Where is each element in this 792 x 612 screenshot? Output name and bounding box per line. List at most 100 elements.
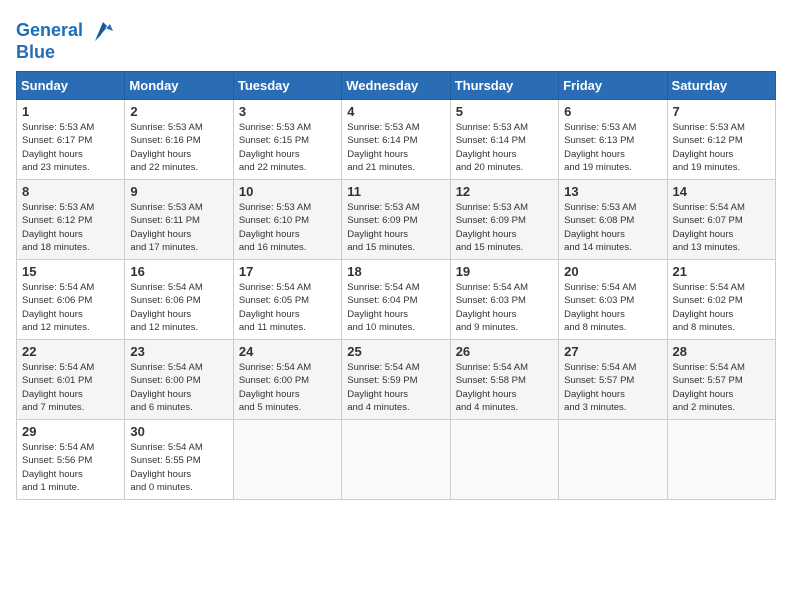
- day-info: Sunrise: 5:53 AM Sunset: 6:11 PM Dayligh…: [130, 201, 227, 254]
- day-info: Sunrise: 5:53 AM Sunset: 6:15 PM Dayligh…: [239, 121, 336, 174]
- day-info: Sunrise: 5:53 AM Sunset: 6:10 PM Dayligh…: [239, 201, 336, 254]
- day-info: Sunrise: 5:54 AM Sunset: 5:58 PM Dayligh…: [456, 361, 553, 414]
- day-cell-11: 11 Sunrise: 5:53 AM Sunset: 6:09 PM Dayl…: [342, 180, 450, 260]
- page-header: General Blue: [16, 16, 776, 63]
- day-info: Sunrise: 5:53 AM Sunset: 6:17 PM Dayligh…: [22, 121, 119, 174]
- day-info: Sunrise: 5:54 AM Sunset: 6:00 PM Dayligh…: [239, 361, 336, 414]
- day-cell-15: 15 Sunrise: 5:54 AM Sunset: 6:06 PM Dayl…: [17, 260, 125, 340]
- day-number: 13: [564, 184, 661, 199]
- day-number: 27: [564, 344, 661, 359]
- week-row-1: 1 Sunrise: 5:53 AM Sunset: 6:17 PM Dayli…: [17, 100, 776, 180]
- day-info: Sunrise: 5:53 AM Sunset: 6:09 PM Dayligh…: [456, 201, 553, 254]
- day-number: 17: [239, 264, 336, 279]
- day-number: 19: [456, 264, 553, 279]
- day-number: 24: [239, 344, 336, 359]
- day-header-thursday: Thursday: [450, 72, 558, 100]
- logo-text: General: [16, 20, 83, 42]
- day-info: Sunrise: 5:54 AM Sunset: 6:05 PM Dayligh…: [239, 281, 336, 334]
- day-number: 23: [130, 344, 227, 359]
- day-header-wednesday: Wednesday: [342, 72, 450, 100]
- day-number: 18: [347, 264, 444, 279]
- day-info: Sunrise: 5:53 AM Sunset: 6:12 PM Dayligh…: [673, 121, 770, 174]
- day-number: 3: [239, 104, 336, 119]
- day-number: 30: [130, 424, 227, 439]
- day-number: 4: [347, 104, 444, 119]
- day-info: Sunrise: 5:54 AM Sunset: 6:00 PM Dayligh…: [130, 361, 227, 414]
- day-cell-4: 4 Sunrise: 5:53 AM Sunset: 6:14 PM Dayli…: [342, 100, 450, 180]
- day-cell-22: 22 Sunrise: 5:54 AM Sunset: 6:01 PM Dayl…: [17, 340, 125, 420]
- day-number: 15: [22, 264, 119, 279]
- day-cell-24: 24 Sunrise: 5:54 AM Sunset: 6:00 PM Dayl…: [233, 340, 341, 420]
- day-number: 11: [347, 184, 444, 199]
- day-number: 21: [673, 264, 770, 279]
- day-cell-18: 18 Sunrise: 5:54 AM Sunset: 6:04 PM Dayl…: [342, 260, 450, 340]
- day-number: 2: [130, 104, 227, 119]
- day-info: Sunrise: 5:54 AM Sunset: 6:06 PM Dayligh…: [22, 281, 119, 334]
- day-number: 22: [22, 344, 119, 359]
- day-cell-29: 29 Sunrise: 5:54 AM Sunset: 5:56 PM Dayl…: [17, 420, 125, 500]
- day-number: 10: [239, 184, 336, 199]
- day-info: Sunrise: 5:54 AM Sunset: 6:01 PM Dayligh…: [22, 361, 119, 414]
- day-info: Sunrise: 5:53 AM Sunset: 6:08 PM Dayligh…: [564, 201, 661, 254]
- day-cell-28: 28 Sunrise: 5:54 AM Sunset: 5:57 PM Dayl…: [667, 340, 775, 420]
- day-cell-2: 2 Sunrise: 5:53 AM Sunset: 6:16 PM Dayli…: [125, 100, 233, 180]
- day-info: Sunrise: 5:53 AM Sunset: 6:12 PM Dayligh…: [22, 201, 119, 254]
- day-info: Sunrise: 5:53 AM Sunset: 6:16 PM Dayligh…: [130, 121, 227, 174]
- week-row-3: 15 Sunrise: 5:54 AM Sunset: 6:06 PM Dayl…: [17, 260, 776, 340]
- logo: General Blue: [16, 16, 115, 63]
- empty-cell: [559, 420, 667, 500]
- day-number: 14: [673, 184, 770, 199]
- day-cell-19: 19 Sunrise: 5:54 AM Sunset: 6:03 PM Dayl…: [450, 260, 558, 340]
- day-info: Sunrise: 5:54 AM Sunset: 5:59 PM Dayligh…: [347, 361, 444, 414]
- day-number: 12: [456, 184, 553, 199]
- empty-cell: [450, 420, 558, 500]
- day-info: Sunrise: 5:54 AM Sunset: 5:57 PM Dayligh…: [564, 361, 661, 414]
- day-cell-14: 14 Sunrise: 5:54 AM Sunset: 6:07 PM Dayl…: [667, 180, 775, 260]
- day-info: Sunrise: 5:54 AM Sunset: 6:07 PM Dayligh…: [673, 201, 770, 254]
- day-cell-16: 16 Sunrise: 5:54 AM Sunset: 6:06 PM Dayl…: [125, 260, 233, 340]
- logo-icon: [85, 16, 115, 46]
- day-cell-7: 7 Sunrise: 5:53 AM Sunset: 6:12 PM Dayli…: [667, 100, 775, 180]
- day-number: 6: [564, 104, 661, 119]
- day-info: Sunrise: 5:53 AM Sunset: 6:14 PM Dayligh…: [456, 121, 553, 174]
- day-number: 26: [456, 344, 553, 359]
- day-cell-21: 21 Sunrise: 5:54 AM Sunset: 6:02 PM Dayl…: [667, 260, 775, 340]
- day-header-saturday: Saturday: [667, 72, 775, 100]
- day-header-tuesday: Tuesday: [233, 72, 341, 100]
- empty-cell: [342, 420, 450, 500]
- day-info: Sunrise: 5:54 AM Sunset: 5:56 PM Dayligh…: [22, 441, 119, 494]
- day-cell-13: 13 Sunrise: 5:53 AM Sunset: 6:08 PM Dayl…: [559, 180, 667, 260]
- day-info: Sunrise: 5:53 AM Sunset: 6:09 PM Dayligh…: [347, 201, 444, 254]
- day-cell-3: 3 Sunrise: 5:53 AM Sunset: 6:15 PM Dayli…: [233, 100, 341, 180]
- calendar-table: SundayMondayTuesdayWednesdayThursdayFrid…: [16, 71, 776, 500]
- day-cell-9: 9 Sunrise: 5:53 AM Sunset: 6:11 PM Dayli…: [125, 180, 233, 260]
- day-cell-27: 27 Sunrise: 5:54 AM Sunset: 5:57 PM Dayl…: [559, 340, 667, 420]
- day-info: Sunrise: 5:54 AM Sunset: 6:04 PM Dayligh…: [347, 281, 444, 334]
- day-number: 16: [130, 264, 227, 279]
- day-header-friday: Friday: [559, 72, 667, 100]
- day-info: Sunrise: 5:54 AM Sunset: 6:02 PM Dayligh…: [673, 281, 770, 334]
- day-number: 25: [347, 344, 444, 359]
- day-number: 20: [564, 264, 661, 279]
- empty-cell: [667, 420, 775, 500]
- week-row-2: 8 Sunrise: 5:53 AM Sunset: 6:12 PM Dayli…: [17, 180, 776, 260]
- day-cell-26: 26 Sunrise: 5:54 AM Sunset: 5:58 PM Dayl…: [450, 340, 558, 420]
- day-cell-12: 12 Sunrise: 5:53 AM Sunset: 6:09 PM Dayl…: [450, 180, 558, 260]
- day-info: Sunrise: 5:53 AM Sunset: 6:14 PM Dayligh…: [347, 121, 444, 174]
- day-header-sunday: Sunday: [17, 72, 125, 100]
- day-info: Sunrise: 5:54 AM Sunset: 5:57 PM Dayligh…: [673, 361, 770, 414]
- day-cell-8: 8 Sunrise: 5:53 AM Sunset: 6:12 PM Dayli…: [17, 180, 125, 260]
- day-number: 1: [22, 104, 119, 119]
- day-cell-20: 20 Sunrise: 5:54 AM Sunset: 6:03 PM Dayl…: [559, 260, 667, 340]
- day-cell-6: 6 Sunrise: 5:53 AM Sunset: 6:13 PM Dayli…: [559, 100, 667, 180]
- calendar-header-row: SundayMondayTuesdayWednesdayThursdayFrid…: [17, 72, 776, 100]
- empty-cell: [233, 420, 341, 500]
- week-row-4: 22 Sunrise: 5:54 AM Sunset: 6:01 PM Dayl…: [17, 340, 776, 420]
- day-number: 5: [456, 104, 553, 119]
- day-cell-17: 17 Sunrise: 5:54 AM Sunset: 6:05 PM Dayl…: [233, 260, 341, 340]
- day-cell-30: 30 Sunrise: 5:54 AM Sunset: 5:55 PM Dayl…: [125, 420, 233, 500]
- day-info: Sunrise: 5:53 AM Sunset: 6:13 PM Dayligh…: [564, 121, 661, 174]
- day-info: Sunrise: 5:54 AM Sunset: 5:55 PM Dayligh…: [130, 441, 227, 494]
- day-number: 29: [22, 424, 119, 439]
- day-number: 28: [673, 344, 770, 359]
